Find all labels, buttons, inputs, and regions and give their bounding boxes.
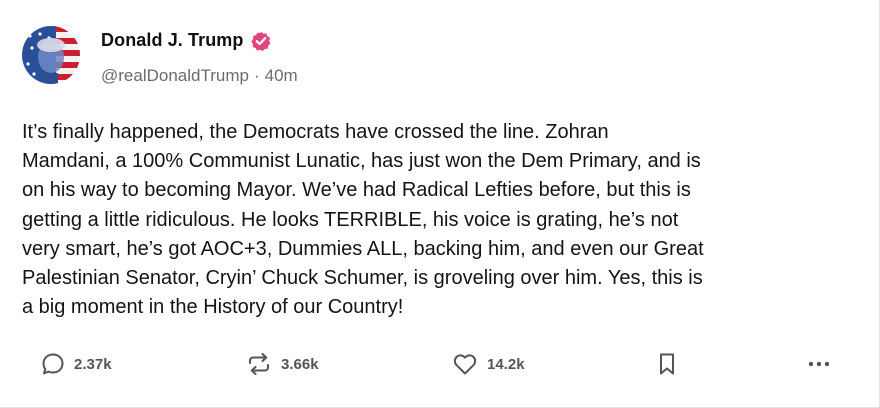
post-line: on his way to becoming Mayor. We’ve had … xyxy=(22,179,691,202)
repost-button[interactable]: 3.66k xyxy=(245,348,319,380)
like-count: 14.2k xyxy=(487,355,525,373)
post-line: Palestinian Senator, Cryin’ Chuck Schume… xyxy=(22,267,703,290)
bookmark-icon xyxy=(656,351,678,377)
reply-button[interactable]: 2.37k xyxy=(40,348,112,380)
more-options-button[interactable] xyxy=(804,348,834,380)
repost-icon xyxy=(245,351,273,377)
heart-icon xyxy=(451,351,479,377)
avatar[interactable] xyxy=(22,26,80,84)
bookmark-button[interactable] xyxy=(656,348,678,380)
author-display-name[interactable]: Donald J. Trump xyxy=(101,30,244,51)
repost-count: 3.66k xyxy=(281,355,319,373)
post-line: very smart, he’s got AOC+3, Dummies ALL,… xyxy=(22,237,704,260)
post-card: Donald J. Trump @realDonaldTrump · 40m I… xyxy=(0,0,880,408)
post-timestamp[interactable]: 40m xyxy=(265,66,298,86)
verified-badge-icon xyxy=(250,31,271,51)
author-meta-row: @realDonaldTrump · 40m xyxy=(101,66,298,86)
post-line: It’s finally happened, the Democrats hav… xyxy=(22,121,609,143)
author-handle[interactable]: @realDonaldTrump xyxy=(101,66,249,86)
author-name-row: Donald J. Trump xyxy=(101,30,271,51)
post-actions-bar: 2.37k 3.66k 14.2k xyxy=(0,348,880,380)
avatar-image xyxy=(22,26,80,84)
reply-count: 2.37k xyxy=(74,355,112,373)
meta-separator: · xyxy=(253,66,260,85)
like-button[interactable]: 14.2k xyxy=(451,348,525,380)
reply-icon xyxy=(40,351,66,377)
more-icon xyxy=(804,351,834,377)
post-line: a big moment in the History of our Count… xyxy=(22,296,404,319)
post-line: getting a little ridiculous. He looks TE… xyxy=(22,208,679,231)
post-line: Mamdani, a 100% Communist Lunatic, has j… xyxy=(22,150,701,173)
post-body: It’s finally happened, the Democrats hav… xyxy=(22,118,867,322)
